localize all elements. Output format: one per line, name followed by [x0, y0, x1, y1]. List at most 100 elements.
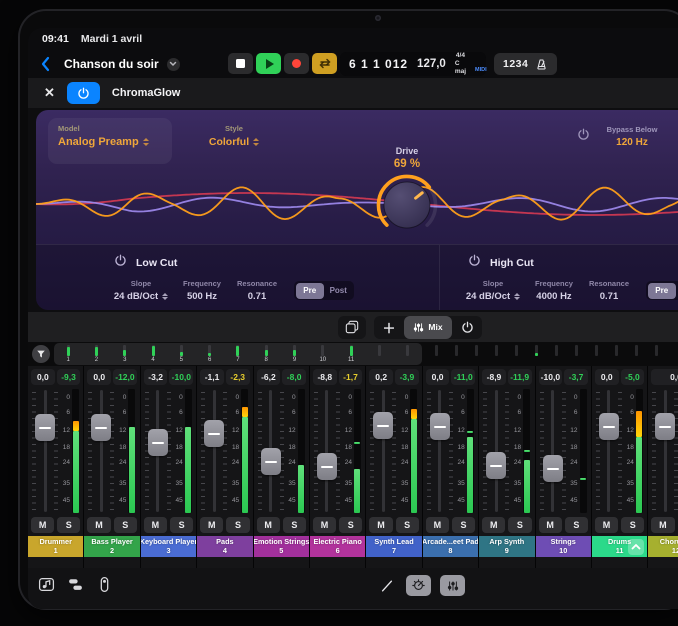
- channel-strip-components-button[interactable]: [338, 316, 366, 339]
- solo-button[interactable]: S: [339, 517, 362, 533]
- record-button[interactable]: [284, 53, 309, 74]
- overview-track-meter[interactable]: [446, 343, 466, 356]
- overview-track-meter[interactable]: 9: [280, 343, 308, 365]
- overview-track-meter[interactable]: [526, 343, 546, 356]
- solo-button[interactable]: S: [283, 517, 306, 533]
- high-cut-frequency[interactable]: Frequency 4000 Hz: [526, 279, 582, 302]
- overview-track-meter[interactable]: 1: [54, 343, 82, 365]
- overview-track-meter[interactable]: 3: [111, 343, 139, 365]
- fader-cap[interactable]: [655, 413, 675, 440]
- solo-button[interactable]: S: [621, 517, 644, 533]
- fader-cap[interactable]: [599, 413, 619, 440]
- peak-readout[interactable]: -3,7: [564, 369, 588, 385]
- back-chevron-icon[interactable]: [40, 55, 56, 73]
- overview-track-meter[interactable]: [486, 343, 506, 356]
- low-cut-power-icon[interactable]: [114, 254, 127, 272]
- track-name-tab[interactable]: Keyboard Player3: [141, 536, 196, 557]
- close-plugin-icon[interactable]: ✕: [44, 85, 55, 101]
- mute-button[interactable]: M: [257, 517, 280, 533]
- low-cut-slope[interactable]: Slope 24 dB/Oct: [108, 279, 174, 302]
- track-name-tab[interactable]: Arp Synth9: [479, 536, 534, 557]
- fader-cap[interactable]: [543, 455, 563, 482]
- pre-button[interactable]: Pre: [296, 283, 325, 299]
- mute-button[interactable]: M: [313, 517, 336, 533]
- solo-button[interactable]: S: [114, 517, 137, 533]
- plugins-toggle-button[interactable]: [406, 575, 431, 596]
- peak-readout[interactable]: -9,3: [57, 369, 81, 385]
- overview-track-meter[interactable]: 8: [252, 343, 280, 365]
- peak-readout[interactable]: -11,9: [508, 369, 532, 385]
- volume-fader[interactable]: [427, 388, 453, 514]
- mute-button[interactable]: M: [200, 517, 223, 533]
- mute-button[interactable]: M: [369, 517, 392, 533]
- fader-cap[interactable]: [204, 420, 224, 447]
- volume-readout[interactable]: -8,8: [313, 369, 337, 385]
- plugin-power-button[interactable]: [67, 82, 100, 104]
- overview-track-meter[interactable]: 6: [195, 343, 223, 365]
- volume-fader[interactable]: [314, 388, 340, 514]
- overview-track-meter[interactable]: 5: [167, 343, 195, 365]
- fader-cap[interactable]: [148, 429, 168, 456]
- play-button[interactable]: [256, 53, 281, 74]
- mute-button[interactable]: M: [482, 517, 505, 533]
- fader-cap[interactable]: [35, 414, 55, 441]
- solo-button[interactable]: S: [170, 517, 193, 533]
- drive-knob[interactable]: [374, 172, 440, 238]
- volume-fader[interactable]: [652, 388, 678, 514]
- overview-track-meter[interactable]: [394, 343, 422, 365]
- peak-readout[interactable]: -3,9: [395, 369, 419, 385]
- overview-track-meter[interactable]: [546, 343, 566, 356]
- solo-button[interactable]: S: [452, 517, 475, 533]
- solo-button[interactable]: S: [508, 517, 531, 533]
- volume-readout[interactable]: 0,0: [87, 369, 111, 385]
- expand-chevron-button[interactable]: [628, 539, 644, 555]
- track-name-tab[interactable]: Emotion Strings5: [254, 536, 309, 557]
- overview-track-meter[interactable]: [426, 343, 446, 356]
- volume-readout[interactable]: 0,0: [426, 369, 450, 385]
- model-selector[interactable]: Model Analog Preamp: [48, 118, 172, 164]
- fader-cap[interactable]: [91, 414, 111, 441]
- peak-readout[interactable]: -2,3: [226, 369, 250, 385]
- volume-readout[interactable]: 0,0: [595, 369, 619, 385]
- overview-track-meter[interactable]: 10: [309, 343, 337, 365]
- solo-button[interactable]: S: [226, 517, 249, 533]
- volume-readout[interactable]: -1,1: [200, 369, 224, 385]
- overview-track-meter[interactable]: 7: [224, 343, 252, 365]
- metronome-icon[interactable]: [535, 58, 548, 71]
- mixer-power-button[interactable]: [452, 316, 482, 339]
- solo-button[interactable]: S: [396, 517, 419, 533]
- mute-button[interactable]: M: [595, 517, 618, 533]
- overview-track-meter[interactable]: 2: [82, 343, 110, 365]
- track-name-tab[interactable]: Drummer1: [28, 536, 83, 557]
- overview-track-meter[interactable]: [566, 343, 586, 356]
- mute-button[interactable]: M: [144, 517, 167, 533]
- high-cut-resonance[interactable]: Resonance 0.71: [582, 279, 636, 302]
- song-title[interactable]: Chanson du soir: [64, 57, 159, 71]
- track-name-tab[interactable]: Arcade...eet Pad8: [423, 536, 478, 557]
- tracks-icon[interactable]: [67, 576, 84, 593]
- volume-fader[interactable]: [258, 388, 284, 514]
- fader-cap[interactable]: [430, 413, 450, 440]
- edit-pencil-icon[interactable]: [380, 579, 394, 593]
- count-in-button[interactable]: 1234: [503, 58, 528, 70]
- peak-readout[interactable]: -1,7: [339, 369, 363, 385]
- solo-button[interactable]: S: [57, 517, 80, 533]
- track-name-tab[interactable]: Strings10: [536, 536, 591, 557]
- mute-button[interactable]: M: [426, 517, 449, 533]
- peak-readout[interactable]: -11,0: [451, 369, 475, 385]
- cycle-button[interactable]: [312, 53, 337, 74]
- volume-readout[interactable]: 0,0: [651, 369, 678, 385]
- volume-fader[interactable]: [145, 388, 171, 514]
- volume-fader[interactable]: [370, 388, 396, 514]
- fader-cap[interactable]: [261, 448, 281, 475]
- volume-fader[interactable]: [483, 388, 509, 514]
- track-name-tab[interactable]: Bass Player2: [84, 536, 139, 557]
- mixer-toggle-button[interactable]: [440, 575, 465, 596]
- volume-fader[interactable]: [201, 388, 227, 514]
- peak-readout[interactable]: -12,0: [113, 369, 137, 385]
- mute-button[interactable]: M: [31, 517, 54, 533]
- mute-button[interactable]: M: [651, 517, 674, 533]
- filter-tracks-button[interactable]: [32, 345, 50, 363]
- track-name-tab[interactable]: Chorus V12: [648, 536, 678, 557]
- channel-strip-icon[interactable]: [96, 576, 113, 593]
